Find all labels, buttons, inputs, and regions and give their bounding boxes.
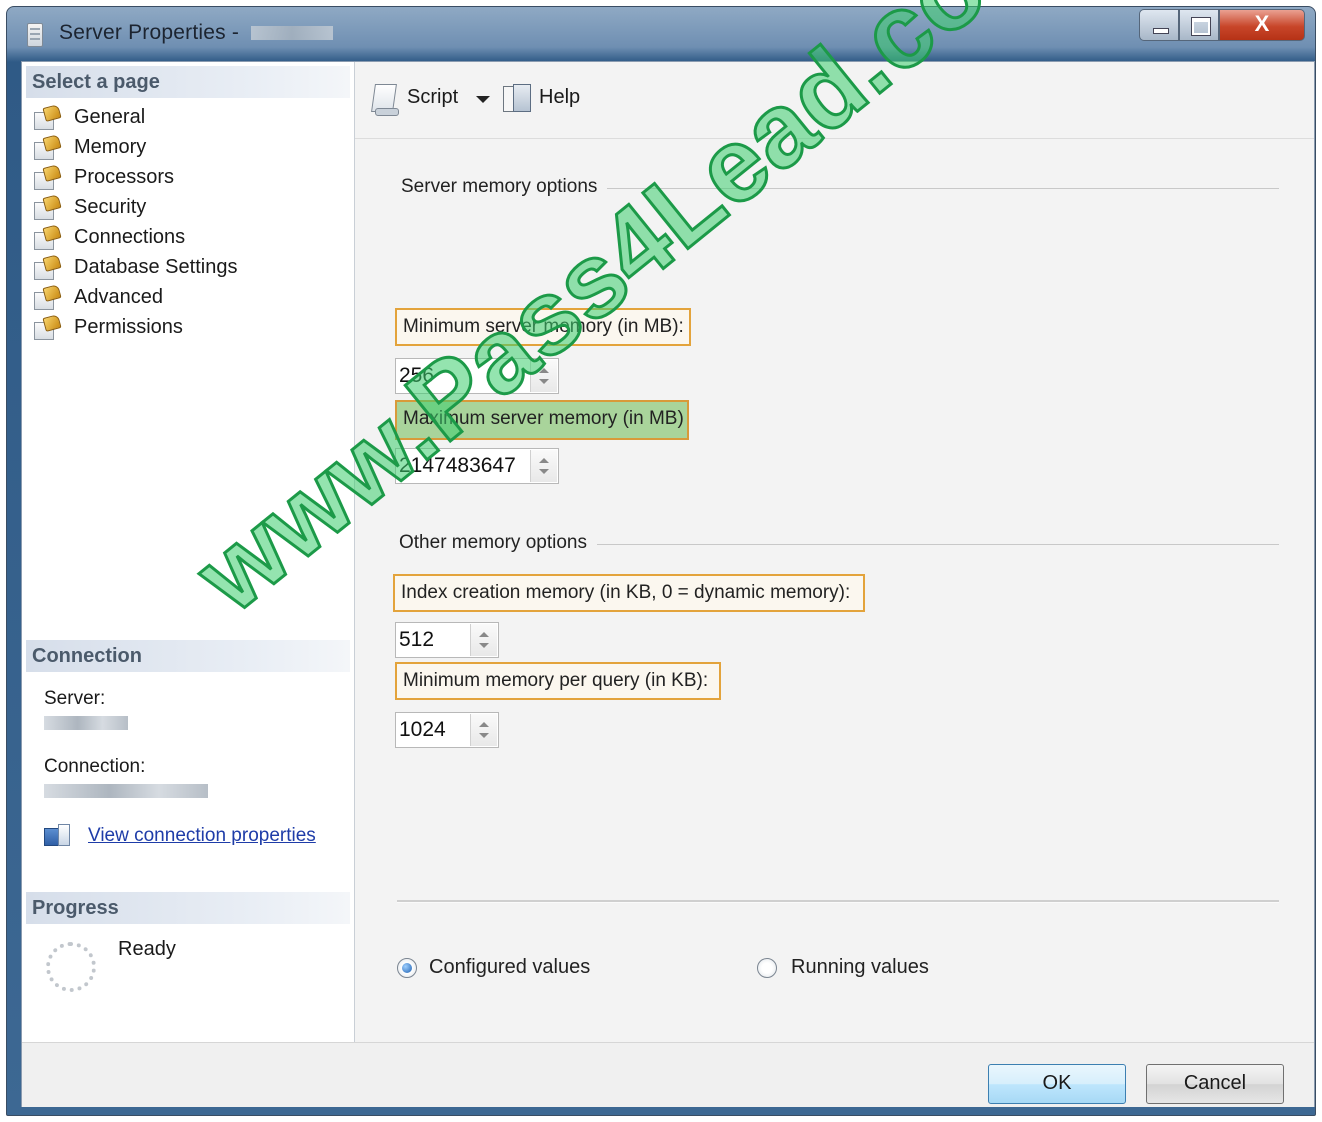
index-creation-memory-input[interactable]: 512 — [395, 622, 499, 658]
spin-down-icon[interactable] — [479, 643, 489, 648]
server-properties-window: Server Properties - X Select a page Gene… — [6, 6, 1316, 1116]
min-query-memory-spinner[interactable] — [470, 714, 497, 746]
page-icon — [32, 104, 62, 130]
page-icon — [32, 224, 62, 250]
dialog-client-area: Select a page General Memory Processors … — [21, 61, 1315, 1107]
progress-header: Progress — [26, 892, 350, 924]
min-server-memory-input[interactable]: 256 — [395, 358, 559, 394]
close-button[interactable]: X — [1219, 9, 1305, 41]
page-icon — [32, 194, 62, 220]
select-page-header: Select a page — [26, 66, 350, 98]
index-creation-memory-spinner[interactable] — [470, 624, 497, 656]
redacted-server-name — [251, 26, 334, 41]
help-icon[interactable] — [503, 84, 531, 114]
page-item-database-settings[interactable]: Database Settings — [32, 252, 237, 282]
page-icon — [32, 314, 62, 340]
window-controls: X — [1139, 9, 1305, 45]
redacted-server-value — [44, 716, 128, 730]
other-memory-group-title: Other memory options — [399, 532, 597, 554]
page-item-general[interactable]: General — [32, 102, 237, 132]
window-app-icon — [27, 23, 43, 47]
spin-up-icon[interactable] — [479, 632, 489, 637]
index-creation-memory-value: 512 — [399, 628, 435, 651]
page-item-security[interactable]: Security — [32, 192, 237, 222]
left-pane: Select a page General Memory Processors … — [22, 62, 355, 1042]
page-list: General Memory Processors Security Conne… — [32, 102, 237, 342]
spin-up-icon[interactable] — [539, 458, 549, 463]
min-query-memory-label: Minimum memory per query (in KB): — [395, 662, 721, 700]
page-label: Database Settings — [74, 255, 238, 278]
options-separator — [397, 900, 1279, 903]
spin-up-icon[interactable] — [539, 368, 549, 373]
page-item-advanced[interactable]: Advanced — [32, 282, 237, 312]
page-icon — [32, 254, 62, 280]
window-title: Server Properties - — [59, 21, 334, 45]
max-server-memory-label: Maximum server memory (in MB) — [395, 400, 689, 440]
page-icon — [32, 134, 62, 160]
server-label: Server: — [44, 688, 106, 709]
page-label: General — [74, 105, 146, 128]
title-bar[interactable]: Server Properties - X — [7, 7, 1315, 61]
min-query-memory-value: 1024 — [399, 718, 446, 741]
max-server-memory-spinner[interactable] — [530, 450, 557, 482]
minimize-button[interactable] — [1139, 9, 1179, 41]
spin-down-icon[interactable] — [539, 469, 549, 474]
max-server-memory-value: 2147483647 — [399, 454, 516, 477]
connection-header: Connection — [26, 640, 350, 672]
server-memory-group-title: Server memory options — [401, 176, 608, 198]
page-label: Memory — [74, 135, 147, 158]
page-label: Security — [74, 195, 147, 218]
running-values-radio[interactable] — [757, 958, 777, 978]
spin-up-icon[interactable] — [479, 722, 489, 727]
ok-button[interactable]: OK — [988, 1064, 1126, 1104]
progress-status: Ready — [118, 938, 176, 960]
redacted-connection-value — [44, 784, 208, 798]
help-button[interactable]: Help — [539, 86, 580, 109]
connection-label: Connection: — [44, 756, 146, 777]
script-button[interactable]: Script — [407, 86, 458, 109]
page-item-connections[interactable]: Connections — [32, 222, 237, 252]
view-connection-properties-link[interactable]: View connection properties — [88, 825, 316, 847]
window-title-text: Server Properties - — [59, 21, 246, 44]
page-label: Permissions — [74, 315, 183, 338]
index-creation-memory-label: Index creation memory (in KB, 0 = dynami… — [393, 574, 865, 612]
max-server-memory-input[interactable]: 2147483647 — [395, 448, 559, 484]
page-icon — [32, 164, 62, 190]
toolbar: Script Help — [355, 62, 1314, 139]
min-server-memory-spinner[interactable] — [530, 360, 557, 392]
cancel-button[interactable]: Cancel — [1146, 1064, 1284, 1104]
min-server-memory-value: 256 — [399, 364, 435, 387]
page-label: Connections — [74, 225, 186, 248]
spin-down-icon[interactable] — [479, 733, 489, 738]
page-label: Processors — [74, 165, 175, 188]
min-query-memory-input[interactable]: 1024 — [395, 712, 499, 748]
min-server-memory-label: Minimum server memory (in MB): — [395, 308, 691, 346]
maximize-button[interactable] — [1179, 9, 1219, 41]
page-label: Advanced — [74, 285, 163, 308]
dialog-button-bar: OK Cancel — [22, 1042, 1314, 1107]
page-item-permissions[interactable]: Permissions — [32, 312, 237, 342]
configured-values-radio[interactable] — [397, 958, 417, 978]
minimize-icon — [1153, 28, 1169, 34]
progress-spinner-icon — [46, 942, 96, 992]
running-values-label[interactable]: Running values — [791, 956, 929, 979]
page-item-processors[interactable]: Processors — [32, 162, 237, 192]
close-icon: X — [1254, 11, 1270, 36]
spin-down-icon[interactable] — [539, 379, 549, 384]
page-item-memory[interactable]: Memory — [32, 132, 237, 162]
configured-values-label[interactable]: Configured values — [429, 956, 590, 979]
page-icon — [32, 284, 62, 310]
memory-page: Script Help Server memory options Minimu… — [355, 62, 1314, 1042]
script-icon[interactable] — [371, 84, 399, 116]
script-dropdown-arrow-icon[interactable] — [476, 96, 490, 103]
connection-properties-icon[interactable] — [44, 824, 74, 850]
maximize-icon — [1191, 17, 1211, 36]
